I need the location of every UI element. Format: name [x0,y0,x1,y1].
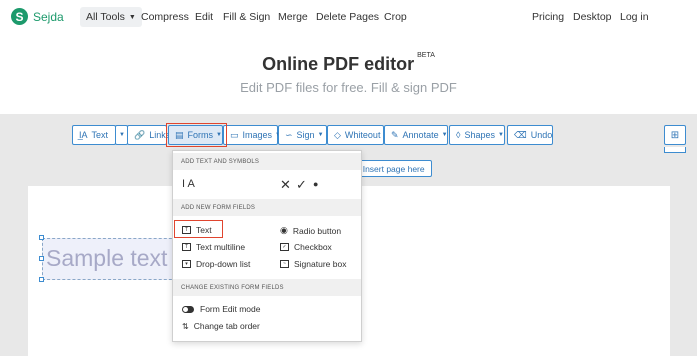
signature-box-icon: ~ [280,260,289,268]
cross-symbol[interactable]: ✕ [280,177,291,193]
insert-page-label: Insert page here [362,163,425,174]
text-multiline-icon: T [182,243,191,251]
nav-link-pricing[interactable]: Pricing [532,11,564,23]
section-add-text-symbols: ADD TEXT AND SYMBOLS [173,153,361,170]
grid-icon: ⊞ [670,129,680,141]
change-tab-order-label: Change tab order [193,321,260,331]
radio-icon: ◉ [280,225,288,235]
images-tool-label: Images [242,130,273,140]
caret-down-icon: ▼ [497,132,504,138]
nav-link-merge[interactable]: Merge [278,11,308,23]
forms-tool-button[interactable]: ▤ Forms ▼ [168,125,223,145]
logo-text: Sejda [33,9,64,24]
forms-tool-label: Forms [187,130,214,140]
page-subtitle: Edit PDF files for free. Fill & sign PDF [240,80,457,95]
images-tool-button[interactable]: ▭ Images ▼ [223,125,281,145]
forms-menu: ADD TEXT AND SYMBOLS I A ✕ ✓ ● ADD NEW F… [172,150,362,342]
thumbnails-button[interactable]: ⊞ [664,125,686,145]
nav-link-login[interactable]: Log in [620,11,649,23]
form-icon: ▤ [175,129,184,140]
section-change-form-fields: CHANGE EXISTING FORM FIELDS [173,279,361,296]
beta-badge: BETA [417,52,435,59]
caret-down-icon: ▼ [317,132,324,138]
text-field-option[interactable]: T Text [182,225,212,235]
text-tool-button[interactable]: I̲A Text [72,125,116,145]
text-multiline-option[interactable]: T Text multiline [182,242,245,252]
text-field-label: Text [196,225,212,235]
sample-text: Sample text [46,245,168,271]
all-tools-label: All Tools [86,11,125,23]
checkbox-option[interactable]: ✓ Checkbox [280,242,332,252]
dropdown-list-icon: ▾ [182,260,191,268]
chevron-down-icon: ▼ [128,13,136,21]
nav-link-desktop[interactable]: Desktop [573,11,612,23]
nav-link-compress[interactable]: Compress [141,11,189,23]
sign-tool-button[interactable]: ∽ Sign ▼ [278,125,327,145]
radio-button-label: Radio button [292,225,342,236]
resize-handle-bl[interactable] [39,277,44,282]
thumbnails-panel-edge [664,147,686,153]
page-title-text: Online PDF editor [262,54,415,74]
dropdown-list-option[interactable]: ▾ Drop-down list [182,259,250,269]
change-tab-order-option[interactable]: ⇅ Change tab order [182,321,260,331]
checkbox-icon: ✓ [280,243,289,251]
checkbox-label: Checkbox [294,242,332,252]
undo-label: Undo [530,130,553,140]
links-tool-button[interactable]: 🔗 Links [127,125,170,145]
annotate-tool-label: Annotate [402,130,439,140]
nav-link-delete-pages[interactable]: Delete Pages [316,11,379,23]
text-icon: I̲A [79,130,88,140]
nav-link-edit[interactable]: Edit [195,11,213,23]
resize-handle-tl[interactable] [39,235,44,240]
nav-link-crop[interactable]: Crop [384,11,407,23]
check-symbol[interactable]: ✓ [296,177,307,193]
pencil-icon: ✎ [391,129,399,140]
section-add-form-fields: ADD NEW FORM FIELDS [173,199,361,216]
text-multiline-label: Text multiline [196,242,246,252]
caret-down-icon: ▼ [441,132,448,138]
annotate-tool-button[interactable]: ✎ Annotate ▼ [384,125,448,145]
signature-box-label: Signature box [294,259,347,269]
resize-handle-ml[interactable] [39,256,44,261]
shapes-tool-button[interactable]: ◊ Shapes ▼ [449,125,505,145]
text-field-icon: T [182,226,191,234]
text-tool-label: Text [91,130,109,140]
sejda-logo[interactable]: S Sejda [11,8,64,25]
eraser-icon: ◇ [334,129,341,140]
toggle-icon [182,305,194,313]
image-icon: ▭ [230,129,239,140]
caret-down-icon: ▼ [119,132,125,138]
form-edit-mode-label: Form Edit mode [200,304,261,314]
text-symbol-tool[interactable]: I A [182,178,195,190]
sort-arrows-icon: ⇅ [182,321,189,331]
all-tools-dropdown[interactable]: All Tools ▼ [80,7,142,27]
undo-icon: ⌫ [514,129,527,140]
nav-link-fill-sign[interactable]: Fill & Sign [223,11,270,23]
link-icon: 🔗 [134,129,146,140]
page-title: Online PDF editor BETA [0,52,697,75]
sign-tool-label: Sign [296,130,315,140]
top-nav: S Sejda All Tools ▼ Compress Edit Fill &… [0,0,697,34]
caret-down-icon: ▼ [216,132,222,138]
radio-button-option[interactable]: ◉ Radio button [280,225,341,236]
shapes-tool-label: Shapes [464,130,495,140]
undo-button[interactable]: ⌫ Undo [507,125,553,145]
whiteout-tool-button[interactable]: ◇ Whiteout [327,125,384,145]
dot-symbol[interactable]: ● [313,179,318,189]
dropdown-list-label: Drop-down list [196,259,251,269]
shapes-icon: ◊ [456,130,461,140]
signature-icon: ∽ [285,129,293,140]
whiteout-tool-label: Whiteout [344,130,381,140]
signature-box-option[interactable]: ~ Signature box [280,259,346,269]
form-edit-mode-option[interactable]: Form Edit mode [182,304,260,314]
logo-icon: S [11,8,28,25]
